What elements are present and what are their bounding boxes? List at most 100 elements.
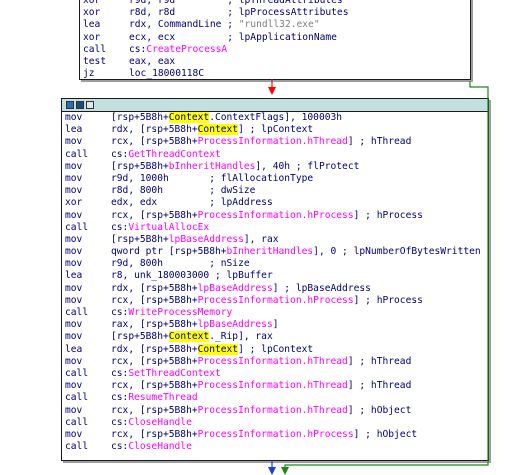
instruction-row[interactable]: xor edx, edx ; lpAddress xyxy=(62,197,488,209)
operands[interactable]: cs:CloseHandle xyxy=(111,417,192,429)
operands[interactable]: r9d, 1000h ; flAllocationType xyxy=(111,173,313,185)
mnemonic[interactable]: lea xyxy=(83,19,100,31)
operands[interactable]: cs:WriteProcessMemory xyxy=(111,307,232,319)
mnemonic[interactable]: mov xyxy=(65,246,82,258)
mnemonic[interactable]: lea xyxy=(65,124,82,136)
operands[interactable]: r8d, 800h ; dwSize xyxy=(111,185,255,197)
instruction-row[interactable]: xor r9d, r9d ; lpThreadAttributes xyxy=(80,0,470,7)
instruction-row[interactable]: xor r8d, r8d ; lpProcessAttributes xyxy=(80,7,470,19)
mnemonic[interactable]: mov xyxy=(65,283,82,295)
operands[interactable]: cs:VirtualAllocEx xyxy=(111,222,209,234)
symbol-name[interactable]: lpBaseAddress xyxy=(198,283,273,294)
highlighted-token[interactable]: Context xyxy=(197,343,239,355)
operands[interactable]: r8d, r8d ; lpProcessAttributes xyxy=(129,7,349,19)
symbol-name[interactable]: bInheritHandles xyxy=(227,246,314,257)
operands[interactable]: [rsp+5B8h+Context.ContextFlags], 100003h xyxy=(111,112,342,124)
instruction-row[interactable]: mov rcx, [rsp+5B8h+ProcessInformation.hTh… xyxy=(62,136,488,148)
instruction-row[interactable]: jz loc_18000118C xyxy=(80,68,470,80)
operands[interactable]: eax, eax xyxy=(129,56,175,68)
operands[interactable]: cs:SetThreadContext xyxy=(111,368,221,380)
symbol-name[interactable]: ResumeThread xyxy=(128,392,197,403)
operands[interactable]: loc_18000118C xyxy=(129,68,204,80)
mnemonic[interactable]: xor xyxy=(65,197,82,209)
operands[interactable]: cs:GetThreadContext xyxy=(111,149,221,161)
symbol-name[interactable]: GetThreadContext xyxy=(128,149,220,160)
symbol-name[interactable]: VirtualAllocEx xyxy=(128,222,209,233)
operands[interactable]: rax, [rsp+5B8h+lpBaseAddress] xyxy=(111,319,279,331)
operands[interactable]: [rsp+5B8h+bInheritHandles], 40h ; flProt… xyxy=(111,161,359,173)
operands[interactable]: edx, edx ; lpAddress xyxy=(111,197,273,209)
symbol-name[interactable]: ProcessInformation.hProcess xyxy=(198,210,354,221)
operands[interactable]: rdx, CommandLine ; "rundll32.exe" xyxy=(129,19,320,31)
operands[interactable]: rcx, [rsp+5B8h+ProcessInformation.hThrea… xyxy=(111,136,411,148)
symbol-name[interactable]: lpBaseAddress xyxy=(198,319,273,330)
operands[interactable]: cs:CreateProcessA xyxy=(129,44,227,56)
highlighted-token[interactable]: Context xyxy=(168,331,210,343)
operands[interactable]: cs:CloseHandle xyxy=(111,441,192,453)
instruction-row[interactable]: mov rcx, [rsp+5B8h+ProcessInformation.hTh… xyxy=(62,405,488,417)
mnemonic[interactable]: mov xyxy=(65,331,82,343)
instruction-row[interactable]: call cs:VirtualAllocEx xyxy=(62,222,488,234)
instruction-row[interactable]: lea rdx, [rsp+5B8h+Context] ; lpContext xyxy=(62,124,488,136)
mnemonic[interactable]: call xyxy=(65,307,88,319)
code-block-process-hollowing[interactable]: mov [rsp+5B8h+Context.ContextFlags], 1000… xyxy=(61,98,489,461)
highlighted-token[interactable]: Context xyxy=(168,112,210,123)
instruction-row[interactable]: mov rcx, [rsp+5B8h+ProcessInformation.hPr… xyxy=(62,295,488,307)
highlighted-token[interactable]: Context xyxy=(197,124,239,136)
mnemonic[interactable]: call xyxy=(83,44,106,56)
operands[interactable]: [rsp+5B8h+Context._Rip], rax xyxy=(111,331,273,343)
operands[interactable]: rcx, [rsp+5B8h+ProcessInformation.hProce… xyxy=(111,210,423,222)
graph-node-icon[interactable] xyxy=(76,101,84,109)
operands[interactable]: rdx, [rsp+5B8h+Context] ; lpContext xyxy=(111,343,313,356)
symbol-name[interactable]: ProcessInformation.hProcess xyxy=(198,295,354,306)
instruction-row[interactable]: mov [rsp+5B8h+lpBaseAddress], rax xyxy=(62,234,488,246)
code-block-create-process[interactable]: xor r9d, r9d ; lpThreadAttributes xor r8d, … xyxy=(79,0,471,80)
symbol-name[interactable]: ProcessInformation.hThread xyxy=(198,356,348,367)
block-titlebar[interactable] xyxy=(62,99,488,112)
mnemonic[interactable]: mov xyxy=(65,161,82,173)
operands[interactable]: cs:ResumeThread xyxy=(111,392,198,404)
instruction-row[interactable]: test eax, eax xyxy=(80,56,470,68)
mnemonic[interactable]: mov xyxy=(65,258,82,270)
operands[interactable]: rdx, [rsp+5B8h+lpBaseAddress] ; lpBaseAd… xyxy=(111,283,371,295)
instruction-row[interactable]: xor ecx, ecx ; lpApplicationName xyxy=(80,32,470,44)
operands[interactable]: qword ptr [rsp+5B8h+bInheritHandles], 0 … xyxy=(111,246,481,258)
instruction-row[interactable]: mov r9d, 800h ; nSize xyxy=(62,258,488,270)
instruction-row[interactable]: lea r8, unk_180003000 ; lpBuffer xyxy=(62,270,488,282)
instruction-row[interactable]: call cs:SetThreadContext xyxy=(62,368,488,380)
operands[interactable]: rcx, [rsp+5B8h+ProcessInformation.hProce… xyxy=(111,295,423,307)
symbol-name[interactable]: bInheritHandles xyxy=(169,161,256,172)
instruction-row[interactable]: mov rcx, [rsp+5B8h+ProcessInformation.hPr… xyxy=(62,429,488,441)
instruction-row[interactable]: mov rcx, [rsp+5B8h+ProcessInformation.hPr… xyxy=(62,210,488,222)
instruction-row[interactable]: mov r9d, 1000h ; flAllocationType xyxy=(62,173,488,185)
instruction-row[interactable]: mov rax, [rsp+5B8h+lpBaseAddress] xyxy=(62,319,488,331)
operand-text[interactable]: "rundll32.exe" xyxy=(239,19,320,30)
instruction-row[interactable]: call cs:CloseHandle xyxy=(62,441,488,453)
symbol-name[interactable]: CloseHandle xyxy=(128,417,192,428)
symbol-name[interactable]: CloseHandle xyxy=(128,441,192,452)
mnemonic[interactable]: lea xyxy=(65,270,82,282)
mnemonic[interactable]: call xyxy=(65,149,88,161)
instruction-row[interactable]: lea rdx, [rsp+5B8h+Context] ; lpContext xyxy=(62,343,488,356)
symbol-name[interactable]: SetThreadContext xyxy=(128,368,220,379)
mnemonic[interactable]: mov xyxy=(65,356,82,368)
mnemonic[interactable]: call xyxy=(65,368,88,380)
operands[interactable]: rcx, [rsp+5B8h+ProcessInformation.hThrea… xyxy=(111,356,411,368)
mnemonic[interactable]: mov xyxy=(65,112,82,124)
mnemonic[interactable]: test xyxy=(83,56,106,68)
mnemonic[interactable]: mov xyxy=(65,210,82,222)
instruction-row[interactable]: call cs:WriteProcessMemory xyxy=(62,307,488,319)
mnemonic[interactable]: mov xyxy=(65,234,82,246)
symbol-name[interactable]: ProcessInformation.hThread xyxy=(198,136,348,147)
mnemonic[interactable]: mov xyxy=(65,380,82,392)
instruction-row[interactable]: call cs:CloseHandle xyxy=(62,417,488,429)
operands[interactable]: r8, unk_180003000 ; lpBuffer xyxy=(111,270,273,282)
mnemonic[interactable]: call xyxy=(65,392,88,404)
instruction-row[interactable]: mov rcx, [rsp+5B8h+ProcessInformation.hTh… xyxy=(62,356,488,368)
operands[interactable]: r9d, r9d ; lpThreadAttributes xyxy=(129,0,343,7)
instruction-row[interactable]: mov [rsp+5B8h+Context.ContextFlags], 1000… xyxy=(62,112,488,124)
operands[interactable]: rdx, [rsp+5B8h+Context] ; lpContext xyxy=(111,124,313,136)
operands[interactable]: rcx, [rsp+5B8h+ProcessInformation.hProce… xyxy=(111,429,417,441)
instruction-row[interactable]: mov [rsp+5B8h+Context._Rip], rax xyxy=(62,331,488,343)
mnemonic[interactable]: xor xyxy=(83,7,100,19)
